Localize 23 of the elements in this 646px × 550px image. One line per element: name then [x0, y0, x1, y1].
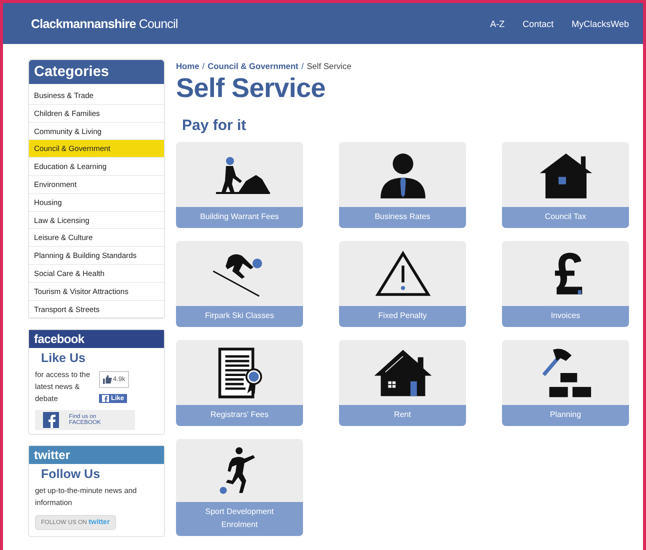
house-icon [372, 348, 432, 398]
facebook-logo: facebook [29, 330, 164, 348]
breadcrumb-link[interactable]: Council & Government [208, 61, 298, 71]
breadcrumb-separator: / [301, 61, 304, 71]
nav-link[interactable]: MyClacksWeb [572, 18, 629, 28]
section-heading: Pay for it [182, 117, 248, 134]
nav-link[interactable]: Contact [522, 18, 554, 28]
page-title: Self Service [176, 73, 327, 104]
breadcrumb-current: Self Service [306, 61, 352, 71]
categories-heading: Categories [29, 60, 164, 84]
facebook-icon [102, 394, 109, 402]
breadcrumb-link[interactable]: Home [176, 61, 200, 71]
facebook-icon [43, 412, 59, 428]
thumbs-up-icon [103, 374, 112, 384]
widget-heading: Follow Us [40, 466, 102, 482]
breadcrumb-separator: / [202, 61, 205, 71]
warning-icon [374, 250, 430, 298]
nav-link[interactable]: A-Z [490, 18, 505, 28]
site-logo[interactable]: Clackmannanshire Council [31, 16, 178, 30]
widget-heading: Like Us [40, 350, 86, 366]
twitter-logo: twitter [29, 446, 164, 464]
house-icon [538, 150, 594, 199]
certificate-icon [216, 346, 262, 399]
